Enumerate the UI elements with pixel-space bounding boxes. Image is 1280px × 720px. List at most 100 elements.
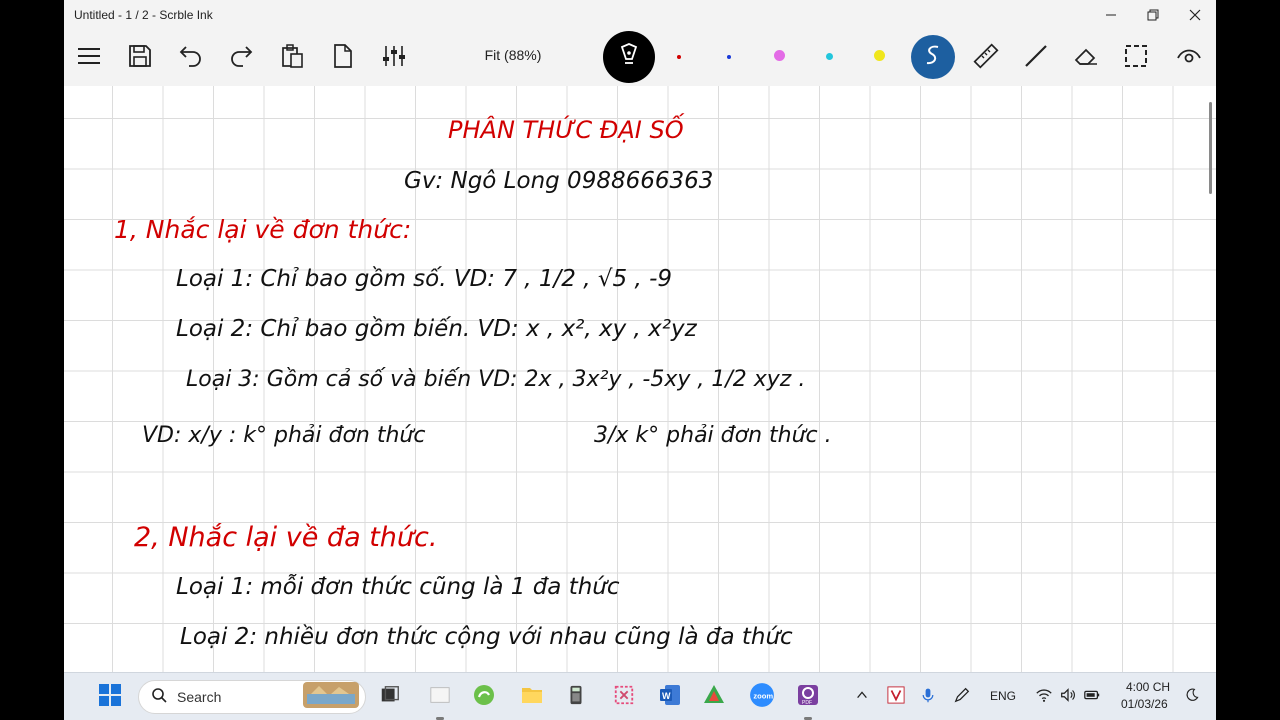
taskbar-search[interactable]: Search — [138, 680, 366, 714]
eraser-icon — [1073, 43, 1099, 74]
ink-toolbar: Fit (88%) — [64, 30, 1216, 86]
scissors-icon — [613, 684, 635, 711]
geogebra-icon — [702, 683, 726, 712]
cyan-color-swatch[interactable] — [826, 53, 833, 60]
undo-button[interactable] — [171, 38, 211, 78]
windows-logo-icon — [98, 683, 122, 712]
paste-button[interactable] — [272, 38, 312, 78]
pen-icon — [953, 686, 971, 709]
eye-icon — [1176, 43, 1202, 74]
blank-window-icon — [429, 684, 451, 711]
tray-microphone[interactable] — [912, 681, 944, 713]
save-button[interactable] — [120, 38, 160, 78]
search-placeholder: Search — [177, 689, 222, 705]
task-view-icon — [379, 684, 401, 711]
moon-icon — [1184, 687, 1200, 708]
page-icon — [330, 43, 356, 74]
speaker-icon — [1059, 686, 1077, 709]
battery-icon — [1083, 686, 1101, 709]
fountain-pen-tool[interactable] — [603, 31, 655, 83]
taskbar-zoom[interactable]: zoom — [746, 681, 778, 713]
minimize-button[interactable] — [1090, 0, 1132, 30]
tray-v-app[interactable] — [880, 681, 912, 713]
scrble-ink-window: Untitled - 1 / 2 - Scrble Ink Fit (88%) … — [64, 0, 1216, 672]
task-view-button[interactable] — [374, 681, 406, 713]
menu-button[interactable] — [69, 38, 109, 78]
microphone-icon — [920, 687, 936, 708]
restore-button[interactable] — [1132, 0, 1174, 30]
tray-pen-menu[interactable] — [946, 681, 978, 713]
pdf-app-icon: PDF — [796, 683, 820, 712]
blue-color-swatch[interactable] — [727, 55, 731, 59]
svg-text:zoom: zoom — [753, 691, 773, 700]
clock-date[interactable]: 01/03/26 — [1121, 697, 1168, 711]
polynomial-type1: Loại 1: mỗi đơn thức cũng là 1 đa thức — [176, 573, 620, 600]
heading-text: PHÂN THỨC ĐẠI SỐ — [448, 112, 685, 144]
pen-nib-icon — [615, 41, 643, 74]
do-not-disturb-button[interactable] — [1176, 681, 1208, 713]
wifi-icon — [1035, 686, 1053, 709]
taskbar-word[interactable]: W — [654, 681, 686, 713]
redo-button[interactable] — [221, 38, 261, 78]
red-color-swatch[interactable] — [677, 55, 681, 59]
polynomial-type2: Loại 2: nhiều đơn thức cộng với nhau cũn… — [180, 624, 793, 650]
word-icon: W — [658, 683, 682, 712]
settings-button[interactable] — [374, 38, 414, 78]
new-page-button[interactable] — [323, 38, 363, 78]
select-button[interactable] — [1116, 38, 1156, 78]
pink-color-swatch[interactable] — [774, 50, 785, 61]
section2-heading: 2, Nhắc lại về đa thức. — [134, 522, 437, 553]
ruler-button[interactable] — [966, 38, 1006, 78]
window-title: Untitled - 1 / 2 - Scrble Ink — [74, 8, 213, 22]
svg-text:W: W — [662, 691, 671, 701]
start-button[interactable] — [94, 681, 126, 713]
zoom-app-icon: zoom — [749, 682, 775, 713]
section1-heading: 1, Nhắc lại về đơn thức: — [114, 215, 411, 244]
hamburger-icon — [76, 43, 102, 74]
undo-icon — [178, 43, 204, 74]
clipboard-icon — [279, 43, 305, 74]
ruler-icon — [973, 42, 999, 74]
not-monomial-example1: VD: x/y : k° phải đơn thức — [142, 423, 425, 448]
sliders-icon — [381, 43, 407, 74]
monomial-type3: Loại 3: Gồm cả số và biến VD: 2x , 3x²y … — [186, 367, 805, 392]
monomial-type2: Loại 2: Chỉ bao gồm biến. VD: x , x², xy… — [176, 316, 698, 342]
lasso-select-icon — [1123, 43, 1149, 74]
tray-battery[interactable] — [1076, 681, 1108, 713]
handwritten-ink-layer: PHÂN THỨC ĐẠI SỐ Gv: Ngô Long 0988666363… — [114, 112, 832, 650]
chevron-up-icon — [855, 688, 869, 707]
line-icon — [1023, 43, 1049, 74]
zoom-level[interactable]: Fit (88%) — [468, 47, 558, 63]
view-mode-button[interactable] — [1169, 38, 1209, 78]
taskbar-pdf-app[interactable]: PDF — [792, 681, 824, 713]
redo-icon — [228, 43, 254, 74]
vertical-scrollbar[interactable] — [1209, 102, 1212, 194]
s-curve-icon — [920, 42, 946, 73]
taskbar-calculator[interactable] — [560, 681, 592, 713]
windows-taskbar: Search W zoom PDF ENG 4:00 CH 01/03/26 — [64, 672, 1216, 720]
taskbar-snipping-tool[interactable] — [608, 681, 640, 713]
show-hidden-icons[interactable] — [846, 681, 878, 713]
not-monomial-example2: 3/x k° phải đơn thức . — [594, 423, 832, 448]
search-highlight-image — [303, 681, 359, 713]
shape-recognition-button[interactable] — [911, 35, 955, 79]
calculator-icon — [565, 684, 587, 711]
yellow-color-swatch[interactable] — [874, 50, 885, 61]
line-tool-button[interactable] — [1016, 38, 1056, 78]
input-language[interactable]: ENG — [990, 689, 1016, 703]
eraser-button[interactable] — [1066, 38, 1106, 78]
taskbar-app-scrble[interactable] — [468, 681, 500, 713]
title-bar: Untitled - 1 / 2 - Scrble Ink — [64, 0, 1216, 30]
close-button[interactable] — [1174, 0, 1216, 30]
search-icon — [151, 687, 167, 708]
taskbar-geogebra[interactable] — [698, 681, 730, 713]
clock-time[interactable]: 4:00 CH — [1126, 680, 1170, 694]
ink-canvas[interactable]: PHÂN THỨC ĐẠI SỐ Gv: Ngô Long 0988666363… — [64, 86, 1216, 672]
v-app-icon — [887, 685, 905, 709]
teacher-line: Gv: Ngô Long 0988666363 — [404, 168, 713, 194]
monomial-type1: Loại 1: Chỉ bao gồm số. VD: 7 , 1/2 , √5… — [176, 266, 672, 292]
floppy-disk-icon — [127, 43, 153, 74]
taskbar-file-explorer[interactable] — [516, 681, 548, 713]
svg-text:PDF: PDF — [802, 700, 812, 706]
taskbar-app-blank[interactable] — [424, 681, 456, 713]
